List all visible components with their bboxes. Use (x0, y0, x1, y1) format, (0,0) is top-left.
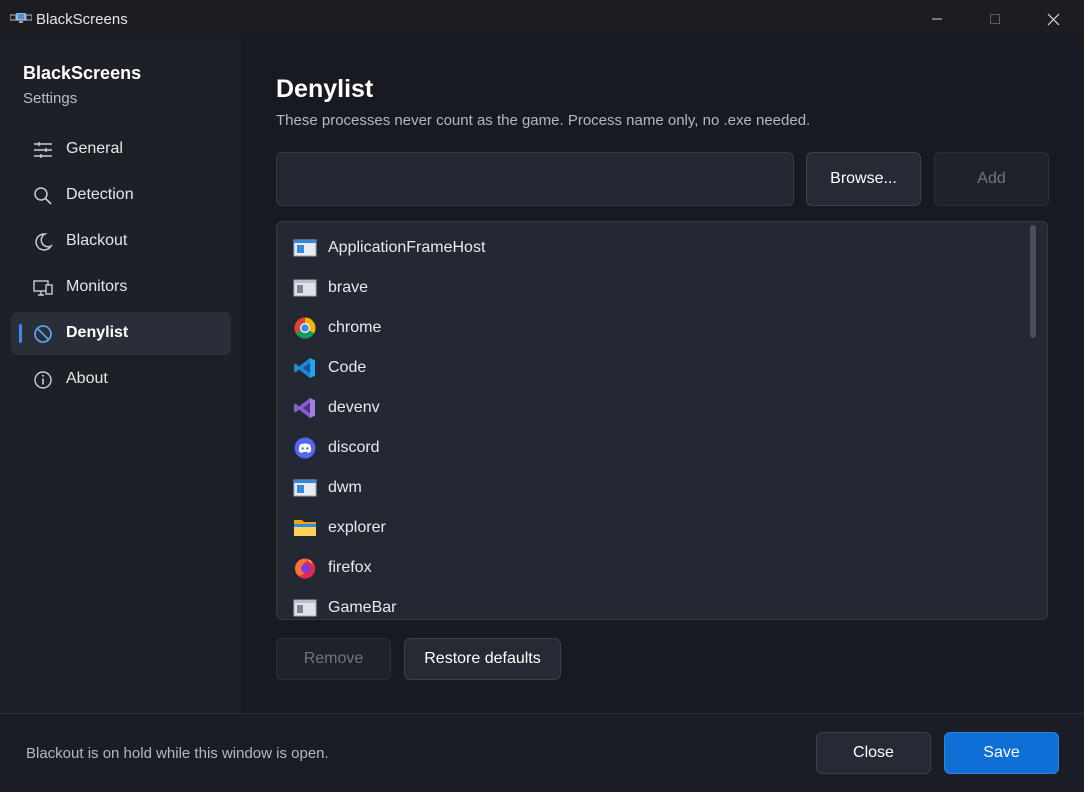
info-icon (34, 371, 52, 389)
page-description: These processes never count as the game.… (276, 112, 811, 129)
maximize-button[interactable] (966, 0, 1024, 38)
browse-button[interactable]: Browse... (806, 152, 921, 206)
sidebar-item-label: General (66, 140, 123, 157)
list-item[interactable]: devenv (277, 388, 1027, 428)
sidebar-item-general[interactable]: General (11, 128, 231, 171)
process-name: ApplicationFrameHost (328, 239, 486, 256)
process-name: devenv (328, 399, 380, 416)
moon-icon (35, 233, 53, 251)
add-button[interactable]: Add (934, 152, 1049, 206)
remove-button[interactable]: Remove (276, 638, 391, 680)
list-item[interactable]: chrome (277, 308, 1027, 348)
close-icon (1047, 13, 1059, 25)
save-button[interactable]: Save (944, 732, 1059, 774)
process-name: Code (328, 359, 367, 376)
process-name-input[interactable] (276, 152, 794, 206)
list-item[interactable]: Code (277, 348, 1027, 388)
chrome-icon (294, 317, 316, 339)
vscode-icon (294, 358, 315, 378)
maximize-icon (990, 14, 1000, 24)
generic-app-icon (293, 599, 317, 617)
discord-icon (294, 437, 316, 459)
process-name: chrome (328, 319, 382, 336)
monitors-icon (10, 13, 32, 23)
sidebar: BlackScreens Settings General Detection … (0, 38, 241, 713)
list-item[interactable]: GameBar (277, 588, 1027, 619)
process-name: explorer (328, 519, 386, 536)
sliders-icon (34, 142, 52, 158)
window-app-icon (293, 239, 317, 257)
sidebar-item-label: Monitors (66, 278, 128, 295)
folder-icon (294, 520, 316, 536)
monitor-icon (33, 280, 53, 296)
close-window-button[interactable] (1024, 0, 1082, 38)
sidebar-item-monitors[interactable]: Monitors (11, 266, 231, 309)
list-item[interactable]: dwm (277, 468, 1027, 508)
footer-bar: Blackout is on hold while this window is… (0, 713, 1084, 792)
sidebar-item-denylist[interactable]: Denylist (11, 312, 231, 355)
minimize-button[interactable] (908, 0, 966, 38)
sidebar-item-detection[interactable]: Detection (11, 174, 231, 217)
minimize-icon (932, 18, 942, 20)
title-bar: BlackScreens (0, 0, 1084, 38)
app-name: BlackScreens (23, 63, 142, 83)
page-title: Denylist (276, 75, 374, 103)
process-name: discord (328, 439, 380, 456)
process-name: brave (328, 279, 369, 296)
restore-defaults-button[interactable]: Restore defaults (404, 638, 561, 680)
process-name: dwm (328, 479, 362, 496)
sidebar-item-label: About (66, 370, 108, 387)
firefox-icon (295, 558, 315, 579)
list-item[interactable]: explorer (277, 508, 1027, 548)
list-item[interactable]: ApplicationFrameHost (277, 228, 1027, 268)
window-app-icon (293, 479, 317, 497)
list-scrollbar[interactable] (1030, 225, 1036, 338)
sidebar-item-blackout[interactable]: Blackout (11, 220, 231, 263)
sidebar-subtitle: Settings (23, 90, 78, 107)
sidebar-item-label: Detection (66, 186, 134, 203)
window-title: BlackScreens (36, 11, 128, 28)
sidebar-item-about[interactable]: About (11, 358, 231, 401)
active-indicator (19, 324, 22, 343)
list-item[interactable]: firefox (277, 548, 1027, 588)
search-icon (34, 187, 52, 205)
list-item[interactable]: brave (277, 268, 1027, 308)
process-list[interactable]: ApplicationFrameHost brave chrome Code d… (276, 221, 1048, 620)
main-content: Denylist These processes never count as … (241, 38, 1084, 713)
block-icon (34, 325, 52, 343)
close-button[interactable]: Close (816, 732, 931, 774)
process-name: GameBar (328, 599, 397, 616)
sidebar-item-label: Denylist (66, 324, 129, 341)
list-item[interactable]: discord (277, 428, 1027, 468)
status-message: Blackout is on hold while this window is… (26, 745, 329, 762)
sidebar-item-label: Blackout (66, 232, 128, 249)
generic-app-icon (293, 279, 317, 297)
visual-studio-icon (294, 398, 315, 418)
process-name: firefox (328, 559, 372, 576)
